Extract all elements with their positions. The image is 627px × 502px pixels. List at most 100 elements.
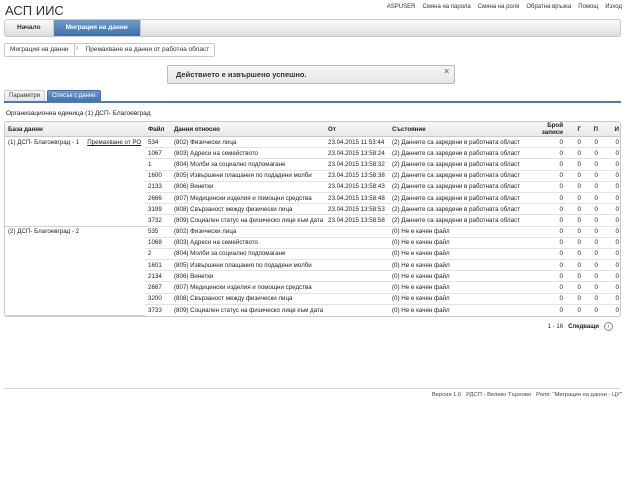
cell-db bbox=[5, 159, 145, 170]
cell-g: 0 bbox=[566, 270, 584, 283]
table-row: 2134 (806) Винетки (0) Не е качен файл 0 0 0 0 bbox=[5, 270, 620, 283]
cell-from bbox=[325, 237, 389, 249]
remove-from-workspace-link[interactable]: Премахване от РО bbox=[87, 139, 141, 146]
cell-db: (1) ДСП- Благоевград - 1 Премахване от РО bbox=[5, 137, 145, 148]
table-row: 3199 (808) Свързаност между физически лиц… bbox=[5, 203, 620, 216]
cell-i: 0 bbox=[601, 170, 620, 182]
cell-g: 0 bbox=[566, 203, 584, 216]
change-password-link[interactable]: Смяна на парола bbox=[422, 4, 470, 10]
cell-file: 1600 bbox=[145, 170, 171, 182]
help-link[interactable]: Помощ bbox=[578, 4, 598, 10]
cell-data-about: (802) Физически лица bbox=[171, 136, 325, 149]
col-header-from[interactable]: От bbox=[325, 122, 389, 137]
cell-p: 0 bbox=[584, 293, 601, 305]
cell-records: 0 bbox=[524, 237, 566, 249]
cell-g: 0 bbox=[566, 158, 584, 171]
col-header-i[interactable]: И bbox=[601, 122, 620, 137]
cell-file: 534 bbox=[145, 136, 171, 149]
breadcrumb: Миграция на данни Премахване на данни от… bbox=[4, 43, 216, 57]
cell-p: 0 bbox=[594, 306, 598, 314]
col-header-state[interactable]: Състояние bbox=[389, 122, 524, 137]
user-link[interactable]: ASPUSER bbox=[387, 4, 416, 10]
footer-role: Роля: "Миграция на данни - ЦУ" bbox=[536, 392, 622, 398]
cell-records: 0 bbox=[524, 170, 566, 182]
cell-data-about: (806) Винетки bbox=[171, 181, 325, 193]
cell-g: 0 bbox=[566, 136, 584, 149]
cell-from bbox=[325, 248, 389, 261]
col-header-records[interactable]: Брой записи bbox=[524, 122, 566, 137]
cell-file: 2 bbox=[145, 248, 171, 261]
cell-file: 2667 bbox=[145, 281, 171, 294]
cell-g: 0 bbox=[566, 214, 584, 227]
col-header-p[interactable]: П bbox=[584, 122, 601, 137]
cell-db bbox=[5, 271, 145, 282]
cell-records: 0 bbox=[524, 259, 566, 272]
breadcrumb-data-migration[interactable]: Миграция на данни bbox=[4, 43, 75, 57]
col-header-file[interactable]: Файл bbox=[145, 122, 171, 137]
table-row: 2133 (806) Винетки 23.04.2015 13:58:43 (2) … bbox=[5, 181, 620, 193]
cell-records: 0 bbox=[524, 270, 566, 283]
cell-records: 0 bbox=[524, 293, 566, 305]
cell-p: 0 bbox=[584, 214, 601, 227]
cell-i: 0 bbox=[601, 158, 620, 171]
cell-p: 0 bbox=[584, 158, 601, 171]
cell-from: 23.04.2015 13:58:24 bbox=[325, 147, 389, 160]
footer-office: РДСП - Велико Търново bbox=[466, 392, 532, 398]
cell-data-about: (804) Молби за социално подпомагане bbox=[171, 158, 325, 171]
next-page-button[interactable]: Следващи bbox=[568, 324, 599, 330]
cell-g: 0 bbox=[566, 293, 584, 305]
cell-file: 2134 bbox=[145, 270, 171, 283]
cell-from bbox=[325, 226, 389, 238]
cell-p: 0 bbox=[584, 136, 601, 149]
cell-data-about: (805) Извършени плащания по подадени мол… bbox=[171, 259, 325, 272]
change-role-link[interactable]: Смяна на роля bbox=[478, 4, 520, 10]
cell-from bbox=[325, 259, 389, 272]
next-arrow-icon[interactable]: › bbox=[604, 322, 613, 331]
table-row: 2 (804) Молби за социално подпомагане (0) … bbox=[5, 248, 620, 261]
cell-records: 0 bbox=[559, 306, 563, 314]
cell-data-about: (805) Извършени плащания по подадени мол… bbox=[171, 170, 325, 182]
logout-link[interactable]: Изход bbox=[605, 4, 622, 10]
cell-db bbox=[5, 260, 145, 271]
cell-p: 0 bbox=[584, 192, 601, 205]
org-unit-label: Организационна единица (1) ДСП- Благоевг… bbox=[6, 110, 151, 117]
cell-i: 0 bbox=[601, 203, 620, 216]
cell-state: (2) Данните са заредени в работната обла… bbox=[389, 136, 524, 149]
breadcrumb-current: Премахване на данни от работна област bbox=[80, 43, 216, 57]
nav-tab-data-migration[interactable]: Миграция на данни bbox=[53, 20, 141, 36]
cell-g: 0 bbox=[577, 306, 581, 314]
cell-p: 0 bbox=[584, 203, 601, 216]
col-header-data-about[interactable]: Данни относно bbox=[171, 122, 325, 137]
cell-records: 0 bbox=[524, 203, 566, 216]
cell-state: (0) Не е качен файл bbox=[389, 270, 524, 283]
feedback-link[interactable]: Обратна връзка bbox=[526, 4, 571, 10]
cell-db bbox=[5, 304, 145, 316]
cell-state: (0) Не е качен файл bbox=[389, 293, 524, 305]
cell-db bbox=[5, 282, 145, 293]
col-header-db[interactable]: База данни bbox=[5, 122, 145, 137]
cell-i: 0 bbox=[601, 136, 620, 149]
close-icon[interactable]: ✕ bbox=[443, 67, 450, 76]
cell-p: 0 bbox=[584, 226, 601, 238]
cell-file: 2133 bbox=[145, 181, 171, 193]
cell-i: 0 bbox=[601, 259, 620, 272]
table-header-row: База данни Файл Данни относно От Състоян… bbox=[5, 122, 620, 137]
table-body: (1) ДСП- Благоевград - 1 Премахване от РО… bbox=[5, 136, 620, 316]
cell-state: (0) Не е качен файл bbox=[392, 306, 450, 314]
cell-g: 0 bbox=[566, 281, 584, 294]
success-message-text: Действието е извършено успешно. bbox=[176, 70, 307, 79]
cell-from: 23.04.2015 11:53:44 bbox=[325, 136, 389, 149]
cell-g: 0 bbox=[566, 237, 584, 249]
col-header-g[interactable]: Г bbox=[566, 122, 584, 137]
cell-p: 0 bbox=[584, 147, 601, 160]
cell-data-about: (808) Свързаност между физически лица bbox=[171, 203, 325, 216]
cell-state: (0) Не е качен файл bbox=[389, 259, 524, 272]
nav-tab-home[interactable]: Начало bbox=[5, 20, 54, 36]
cell-g: 0 bbox=[566, 170, 584, 182]
app-title: АСП ИИС bbox=[5, 3, 64, 18]
cell-file: 3732 bbox=[145, 214, 171, 227]
success-message: Действието е извършено успешно. ✕ bbox=[167, 65, 455, 84]
cell-from bbox=[325, 304, 389, 315]
cell-g: 0 bbox=[566, 192, 584, 205]
cell-i: 0 bbox=[601, 270, 620, 283]
